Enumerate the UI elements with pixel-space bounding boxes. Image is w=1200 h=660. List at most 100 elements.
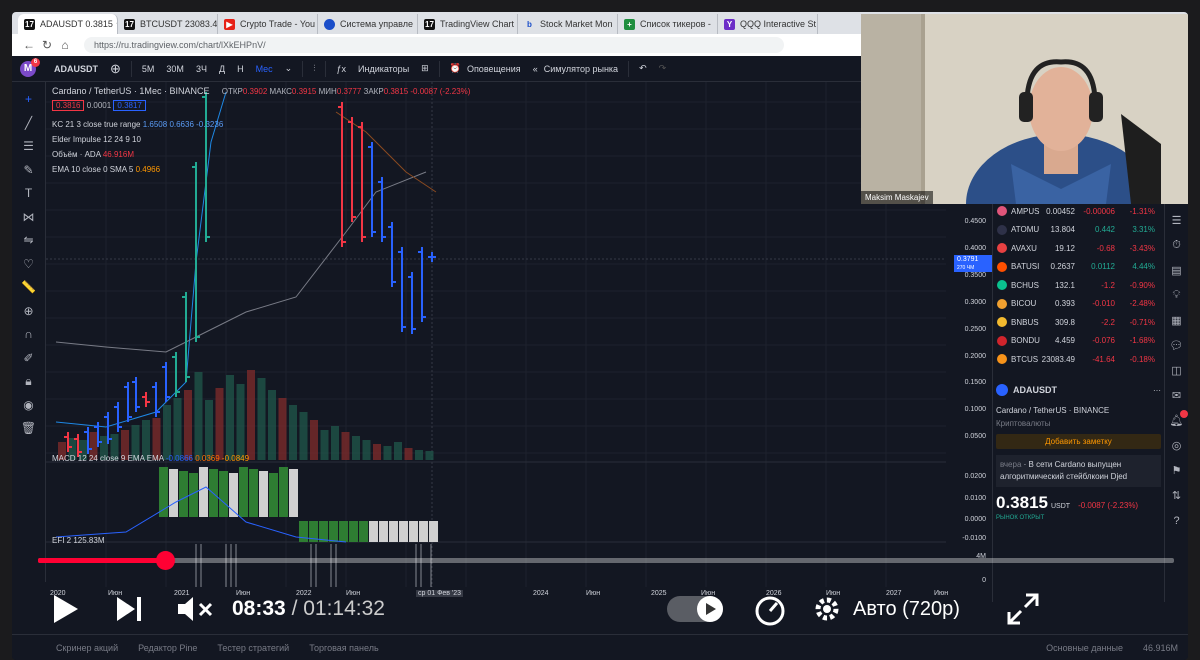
efi-legend[interactable]: EFI 2 125.83M — [52, 536, 105, 545]
trash-icon[interactable]: 🗑︎ — [19, 418, 39, 438]
alert-icon[interactable]: ⏰ — [444, 63, 467, 74]
stay-in-drawing-icon[interactable]: ✐ — [19, 348, 39, 368]
browser-tab[interactable]: 17 BTCUSDT 23083.49 — [118, 14, 218, 34]
volume-legend[interactable]: Объём · ADA 46.916M — [52, 150, 134, 159]
watchlist-row[interactable]: BATUSI 0.2637 0.0112 4.44% — [993, 258, 1164, 277]
browser-tab[interactable]: Y QQQ Interactive St — [718, 14, 818, 34]
kc-legend[interactable]: KC 21 3 close true range 1.6508 0.6636 -… — [52, 120, 223, 129]
bar-style-icon[interactable]: ⫶ — [307, 63, 321, 74]
coin-icon — [997, 335, 1007, 346]
details-symbol[interactable]: ADAUSDT — [1013, 385, 1057, 395]
messages-icon[interactable]: ✉ — [1169, 388, 1185, 404]
screener-icon[interactable]: ⇅ — [1169, 488, 1185, 504]
reload-icon[interactable]: ↻ — [38, 38, 56, 52]
indicators-button[interactable]: Индикаторы — [352, 64, 415, 74]
templates-icon[interactable]: ⊞ — [415, 63, 435, 74]
broadcast-icon[interactable]: ◎ — [1169, 438, 1185, 454]
tab-stock-screener[interactable]: Скринер акций — [46, 643, 128, 653]
brush-icon[interactable]: ✎ — [19, 160, 39, 180]
home-icon[interactable]: ⌂ — [56, 38, 74, 52]
divider — [130, 60, 132, 77]
browser-tab[interactable]: 17 TradingView Chart — [418, 14, 518, 34]
quality-label[interactable]: Авто (720p) — [853, 598, 960, 621]
coin-icon — [997, 243, 1007, 254]
replay-icon[interactable]: « — [527, 64, 544, 74]
ask-box[interactable]: 0.3817 — [113, 100, 146, 111]
watchlist-row[interactable]: BONDU 4.459 -0.076 -1.68% — [993, 332, 1164, 351]
autoplay-toggle[interactable] — [666, 596, 723, 622]
compare-symbol-icon[interactable]: ⊕ — [104, 61, 127, 77]
browser-tab[interactable]: b Stock Market Mon — [518, 14, 618, 34]
url-field[interactable]: https://ru.tradingview.com/chart/lXkEHPn… — [84, 37, 784, 53]
indicators-icon[interactable]: ƒx — [330, 64, 352, 74]
notifications-icon[interactable]: 🔔︎ — [1169, 409, 1188, 429]
fib-icon[interactable]: ☰ — [19, 136, 39, 156]
right-sidebar: ☰ ⏱ ▤ 💡︎ ▦ 💬︎ ◫ ✉ 🔔︎ ◎ ⚑ ⇅ ? — [1164, 202, 1188, 602]
ruler-icon[interactable]: 📏 — [19, 277, 39, 297]
tab-pine-editor[interactable]: Редактор Pine — [128, 643, 207, 653]
ema-legend[interactable]: EMA 10 close 0 SMA 5 0.4966 — [52, 165, 160, 174]
interval-week[interactable]: Н — [231, 64, 250, 74]
browser-tab[interactable]: Система управле — [318, 14, 418, 34]
chart-pane[interactable]: Cardano / TetherUS · 1Мес · BINANCE ОТКР… — [46, 82, 948, 602]
chevron-down-icon[interactable]: ⌄ — [279, 63, 299, 74]
play-icon[interactable] — [50, 593, 80, 625]
interval-day[interactable]: Д — [213, 64, 231, 74]
tab-strategy-tester[interactable]: Тестер стратегий — [207, 643, 299, 653]
hotlists-icon[interactable]: ⚑ — [1169, 463, 1185, 479]
more-icon[interactable]: ⋯ — [1153, 386, 1161, 395]
interval-month[interactable]: Мес — [250, 64, 279, 74]
interval-30m[interactable]: 30M — [160, 64, 190, 74]
alerts-button[interactable]: Оповещения — [467, 64, 527, 74]
eye-icon[interactable]: ◉ — [19, 395, 39, 415]
settings-gear-icon[interactable] — [811, 593, 843, 625]
measure-icon[interactable]: ⇋ — [19, 230, 39, 250]
watchlist-row[interactable]: BTCUS 23083.49 -41.64 -0.18% — [993, 350, 1164, 369]
data-window-icon[interactable]: ▤ — [1169, 263, 1185, 279]
avatar[interactable]: M6 — [20, 57, 40, 77]
pattern-icon[interactable]: ⋈ — [19, 207, 39, 227]
back-icon[interactable]: ← — [20, 38, 38, 52]
bid-box[interactable]: 0.3816 — [52, 100, 85, 111]
add-note-button[interactable]: Добавить заметку — [996, 434, 1161, 449]
watchlist-row[interactable]: BCHUS 132.1 -1.2 -0.90% — [993, 276, 1164, 295]
next-video-icon[interactable] — [114, 594, 144, 624]
watchlist-row[interactable]: ATOMU 13.804 0.442 3.31% — [993, 221, 1164, 240]
interval-3h[interactable]: 3Ч — [190, 64, 213, 74]
watchlist-row[interactable]: BNBUS 309.8 -2.2 -0.71% — [993, 313, 1164, 332]
calendar-icon[interactable]: ▦ — [1169, 313, 1185, 329]
elder-legend[interactable]: Elder Impulse 12 24 9 10 — [52, 135, 141, 144]
undo-icon[interactable]: ↶ — [633, 63, 653, 74]
ideas-icon[interactable]: 💡︎ — [1169, 288, 1185, 304]
watchlist-row[interactable]: AMPUS 0.00452 -0.00006 -1.31% — [993, 202, 1164, 221]
watchlist-row[interactable]: AVAXU 19.12 -0.68 -3.43% — [993, 239, 1164, 258]
crosshair-icon[interactable]: + — [19, 89, 39, 109]
zoom-icon[interactable]: ⊕ — [19, 301, 39, 321]
browser-tab[interactable]: ▶ Crypto Trade - You — [218, 14, 318, 34]
streams-icon[interactable]: ◫ — [1169, 363, 1185, 379]
watchlist-icon[interactable]: ☰ — [1169, 213, 1185, 229]
interval-5m[interactable]: 5M — [136, 64, 161, 74]
lock-icon[interactable]: 🔒︎ — [19, 371, 39, 391]
help-icon[interactable]: ? — [1169, 513, 1185, 529]
speed-icon[interactable] — [753, 592, 787, 626]
tab-trading-panel[interactable]: Торговая панель — [299, 643, 388, 653]
symbol-search[interactable]: ADAUSDT — [48, 64, 104, 74]
redo-icon[interactable]: ↷ — [653, 63, 673, 74]
watchlist-row[interactable]: BICOU 0.393 -0.010 -2.48% — [993, 295, 1164, 314]
macd-legend[interactable]: MACD 12 24 close 9 EMA EMA -0.0866 0.036… — [52, 454, 249, 463]
video-progress-bar[interactable] — [38, 551, 1174, 570]
replay-button[interactable]: Симулятор рынка — [544, 64, 624, 74]
chat-icon[interactable]: 💬︎ — [1169, 338, 1185, 354]
mute-icon[interactable] — [176, 594, 216, 624]
browser-tab[interactable]: + Список тикеров - — [618, 14, 718, 34]
browser-tab[interactable]: 17 ADAUSDT 0.3815 ↑ — [18, 14, 118, 34]
alerts-clock-icon[interactable]: ⏱ — [1169, 238, 1185, 254]
fullscreen-icon[interactable] — [1006, 592, 1040, 626]
headphones-right — [1089, 92, 1103, 122]
heart-icon[interactable]: ♡ — [19, 254, 39, 274]
trend-line-icon[interactable]: ╱ — [19, 113, 39, 133]
magnet-icon[interactable]: ∩ — [19, 324, 39, 344]
text-icon[interactable]: T — [19, 183, 39, 203]
news-item[interactable]: вчера · В сети Cardano выпущен алгоритми… — [996, 455, 1161, 487]
